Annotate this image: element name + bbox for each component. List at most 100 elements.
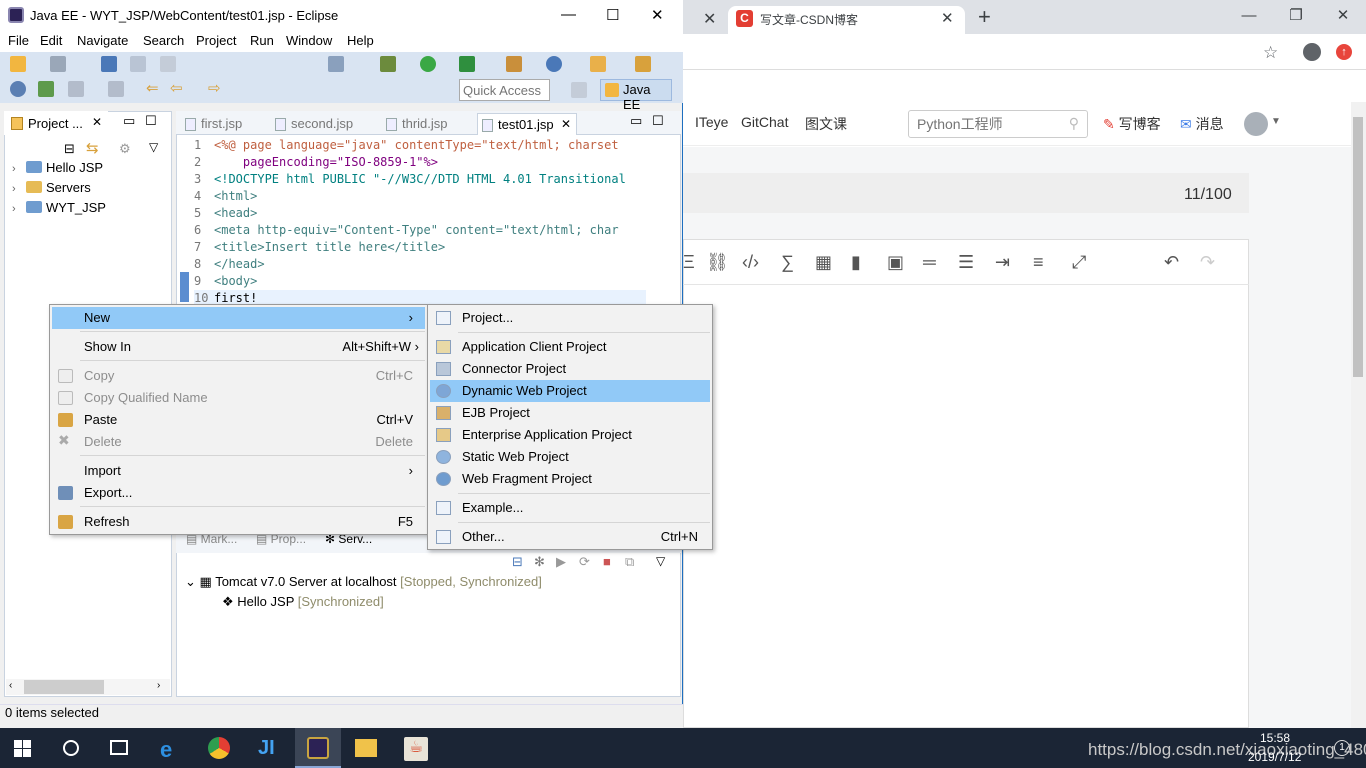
menu-search[interactable]: Search — [143, 33, 184, 48]
new-server-icon[interactable] — [506, 56, 522, 72]
search-input[interactable] — [909, 111, 1059, 137]
menu-item-example[interactable]: Example... — [430, 497, 710, 519]
hr-icon[interactable]: ═ — [923, 252, 936, 273]
intellij-icon[interactable]: JI — [258, 737, 275, 760]
browser-restore-button[interactable]: ❐ — [1273, 4, 1319, 28]
menu-edit[interactable]: Edit — [40, 33, 62, 48]
taskbar-eclipse[interactable] — [295, 728, 341, 768]
arrow-right-icon[interactable]: ⇨ — [208, 79, 221, 97]
maximize-button[interactable]: ☐ — [606, 6, 619, 24]
menu-item-new[interactable]: New › — [52, 307, 425, 329]
write-blog-link[interactable]: ✎ 写博客 — [1103, 114, 1161, 134]
web-browser-icon[interactable] — [546, 56, 562, 72]
menu-item-connector-project[interactable]: Connector Project — [430, 358, 710, 380]
file-explorer-icon[interactable] — [355, 739, 377, 757]
menu-item-web-fragment-project[interactable]: Web Fragment Project — [430, 468, 710, 490]
image-icon[interactable]: ▣ — [887, 252, 904, 273]
view-menu-icon[interactable]: ▽ — [656, 554, 665, 568]
tree-item-wyt-jsp[interactable]: › WYT_JSP — [12, 200, 106, 215]
menu-item-other[interactable]: Other... Ctrl+N — [430, 526, 710, 548]
browser-close-button[interactable]: ✕ — [1320, 4, 1366, 28]
annotation-icon[interactable] — [68, 81, 84, 97]
page-scrollbar-thumb[interactable] — [1353, 117, 1363, 377]
tab-project-explorer[interactable]: Project ... ✕ — [4, 111, 108, 135]
save-icon[interactable] — [50, 56, 66, 72]
new-tab-button[interactable]: + — [978, 4, 991, 30]
clock-date[interactable]: 2019/7/12 — [1248, 750, 1301, 764]
globe-icon[interactable] — [10, 81, 26, 97]
task-view-icon[interactable] — [110, 740, 128, 755]
terminal-icon[interactable] — [101, 56, 117, 72]
menu-item-import[interactable]: Import › — [52, 460, 425, 482]
chevron-right-icon[interactable]: › — [12, 163, 26, 175]
close-button[interactable]: ✕ — [651, 6, 664, 24]
nav-link-gitchat[interactable]: GitChat — [741, 114, 788, 130]
menu-item-paste[interactable]: Paste Ctrl+V — [52, 409, 425, 431]
search-icon[interactable]: ⚲ — [1069, 115, 1079, 132]
link-icon[interactable]: ⛓ — [706, 252, 729, 273]
skip-breakpoints-icon[interactable] — [130, 56, 146, 72]
resume-icon[interactable] — [160, 56, 176, 72]
indent-icon[interactable]: ⇥ — [995, 252, 1010, 273]
new-icon[interactable] — [10, 56, 26, 72]
chevron-down-icon[interactable]: ▼ — [1271, 116, 1281, 127]
menu-project[interactable]: Project — [196, 33, 236, 48]
chevron-right-icon[interactable]: › — [12, 183, 26, 195]
stop-server-icon[interactable]: ■ — [603, 554, 611, 569]
java-icon[interactable]: ☕ — [404, 737, 428, 761]
ordered-list-icon[interactable]: ≡ — [1033, 252, 1044, 273]
collapse-all-icon[interactable]: ⊟ — [64, 141, 75, 157]
menu-item-refresh[interactable]: Refresh F5 — [52, 511, 425, 533]
chart-icon[interactable]: ▮ — [851, 252, 861, 273]
chevron-down-icon[interactable]: ⌄ — [185, 574, 200, 589]
sigma-icon[interactable]: ∑ — [781, 252, 794, 273]
debug-server-icon[interactable]: ✻ — [534, 554, 545, 570]
menu-item-export[interactable]: Export... — [52, 482, 425, 504]
csdn-search-box[interactable]: ⚲ — [908, 110, 1088, 138]
tab-second-jsp[interactable]: second.jsp — [271, 113, 381, 135]
browser-tab-active[interactable]: C 写文章-CSDN博客 ✕ — [728, 6, 965, 34]
windows-start-icon[interactable] — [14, 740, 31, 757]
menu-file[interactable]: File — [8, 33, 29, 48]
nav-link-tuwenke[interactable]: 图文课 — [805, 114, 847, 134]
maximize-view-icon[interactable]: ☐ — [145, 113, 157, 129]
debug-icon[interactable] — [380, 56, 396, 72]
horizontal-scrollbar-thumb[interactable] — [24, 680, 104, 694]
scroll-left-icon[interactable]: ‹ — [9, 680, 12, 691]
server-module-hello-jsp[interactable]: ❖ Hello JSP [Synchronized] — [222, 594, 384, 610]
minimize-view-icon[interactable]: ▭ — [123, 113, 135, 129]
chevron-right-icon[interactable]: › — [12, 203, 26, 215]
tab-close-icon[interactable]: ✕ — [941, 9, 954, 27]
tab-thrid-jsp[interactable]: thrid.jsp — [382, 113, 476, 135]
markdown-editor[interactable] — [683, 239, 1249, 728]
close-icon[interactable]: ✕ — [561, 117, 571, 131]
list-icon[interactable]: Ξ — [683, 252, 695, 273]
menu-run[interactable]: Run — [250, 33, 274, 48]
update-icon[interactable]: ↑ — [1336, 44, 1352, 60]
menu-item-copy-qualified-name[interactable]: Copy Qualified Name — [52, 387, 425, 409]
tab-close-icon[interactable]: ✕ — [703, 9, 716, 29]
server-item-tomcat[interactable]: ⌄ ▦ Tomcat v7.0 Server at localhost [Sto… — [185, 574, 542, 590]
menu-item-project[interactable]: Project... — [430, 307, 710, 329]
code-icon[interactable]: ‹/› — [742, 252, 759, 273]
start-server-icon[interactable]: ▶ — [556, 554, 566, 570]
undo-icon[interactable]: ↶ — [1164, 252, 1179, 273]
arrow-left-icon[interactable]: ⇦ — [170, 79, 183, 97]
back-icon[interactable]: ⇐ — [146, 79, 159, 97]
menu-item-show-in[interactable]: Show In Alt+Shift+W › — [52, 336, 425, 358]
tab-test01-jsp[interactable]: test01.jsp ✕ — [477, 113, 577, 135]
menu-item-application-client-project[interactable]: Application Client Project — [430, 336, 710, 358]
perspective-java-ee-button[interactable]: Java EE — [600, 79, 672, 112]
table-icon[interactable]: ▦ — [815, 252, 832, 273]
pen-tool-icon[interactable] — [635, 56, 651, 72]
tab-first-jsp[interactable]: first.jsp — [181, 113, 271, 135]
run-icon[interactable] — [420, 56, 436, 72]
nav-link-iteye[interactable]: ITeye — [695, 114, 728, 130]
publish-icon[interactable]: ⧉ — [625, 554, 634, 570]
edge-icon[interactable]: e — [160, 737, 172, 763]
minimize-view-icon[interactable]: ▭ — [630, 113, 642, 129]
account-icon[interactable] — [1303, 43, 1321, 61]
quick-access-input[interactable] — [459, 79, 550, 101]
menu-window[interactable]: Window — [286, 33, 332, 48]
menu-item-copy[interactable]: Copy Ctrl+C — [52, 365, 425, 387]
